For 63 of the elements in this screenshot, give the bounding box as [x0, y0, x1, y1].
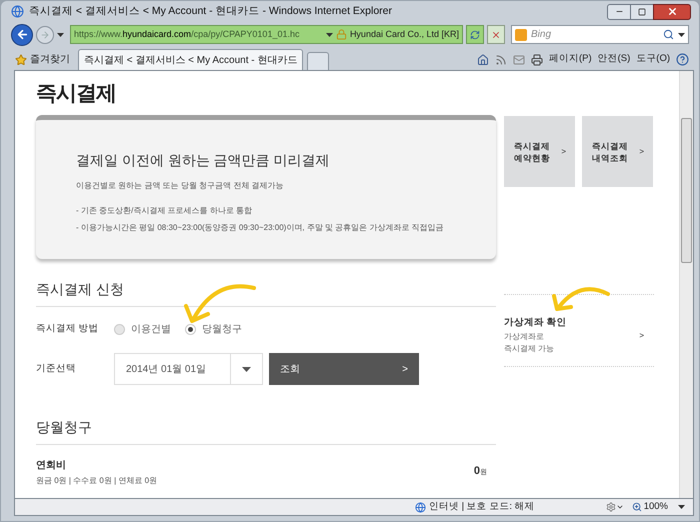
caret-icon[interactable] — [57, 32, 64, 36]
side-link-button[interactable]: 즉시결제 예약현황 > — [504, 116, 575, 187]
search-submit-button[interactable]: 조회 > — [269, 353, 419, 385]
dropdown-caret-icon[interactable] — [242, 366, 251, 372]
page-title: 즉시결제 — [36, 81, 117, 107]
maximize-button[interactable] — [631, 4, 653, 20]
certificate-label[interactable]: Hyundai Card Co., Ltd [KR] — [350, 28, 459, 42]
refresh-button[interactable] — [466, 25, 484, 44]
search-placeholder: Bing — [531, 28, 552, 42]
home-icon[interactable] — [476, 54, 489, 66]
intro-bullet: - 기존 중도상환/즉시결제 프로세스를 하나로 통합 — [76, 205, 253, 217]
dropdown-caret-icon[interactable] — [616, 503, 624, 511]
close-icon[interactable] — [666, 6, 678, 17]
date-select[interactable]: 2014년 01월 01일 — [114, 353, 263, 385]
virtual-account-link[interactable]: 가상계좌 확인 가상계좌로 즉시결제 가능 > — [504, 294, 654, 367]
search-field[interactable]: Bing — [511, 25, 689, 44]
minimize-button[interactable] — [607, 4, 631, 20]
favorites-button[interactable]: 즐겨찾기 — [11, 49, 74, 70]
intro-heading: 결제일 이전에 원하는 금액만큼 미리결제 — [76, 151, 331, 170]
gear-icon[interactable] — [606, 502, 616, 512]
side-link-button[interactable]: 즉시결제 내역조회 > — [582, 116, 653, 187]
zone-status: 인터넷 | 보호 모드: 해제 — [429, 500, 535, 514]
stop-icon[interactable] — [491, 30, 501, 40]
caret-icon[interactable] — [678, 505, 685, 509]
field-label: 즉시결제 방법 — [36, 322, 100, 336]
globe-icon — [415, 502, 426, 512]
scrollbar-thumb[interactable] — [681, 118, 692, 263]
help-icon[interactable] — [676, 53, 689, 66]
stop-button[interactable] — [487, 25, 505, 44]
radio-option[interactable]: 이용건별 — [114, 322, 171, 336]
search-provider-icon — [515, 28, 527, 40]
section-title: 즉시결제 신청 — [36, 280, 125, 299]
address-field[interactable]: https://www.hyundaicard.com/cpa/py/CPAPY0101_01.hc Hyundai Card Co., Ltd [KR] — [70, 25, 463, 44]
caret-icon[interactable] — [326, 32, 333, 36]
zoom-icon[interactable] — [632, 502, 642, 512]
command-menu[interactable]: 페이지(P) — [548, 52, 592, 67]
scrollbar[interactable] — [679, 71, 693, 498]
feed-icon[interactable] — [494, 54, 507, 66]
command-menu[interactable]: 도구(O) — [636, 52, 670, 67]
star-icon[interactable] — [15, 54, 27, 66]
back-button[interactable] — [11, 24, 33, 46]
billing-item-detail: 원금 0원 | 수수료 0원 | 연체료 0원 — [36, 475, 158, 487]
section-title: 당월청구 — [36, 418, 93, 437]
new-tab-button[interactable] — [307, 52, 330, 70]
maximize-icon[interactable] — [638, 8, 646, 16]
caret-icon[interactable] — [678, 32, 685, 36]
window-title: 즉시결제 < 결제서비스 < My Account - 현대카드 - Windows Internet Explorer — [29, 4, 392, 19]
billing-item-name: 연회비 — [36, 459, 67, 473]
field-label: 기준선택 — [36, 362, 77, 376]
mail-icon[interactable] — [512, 54, 525, 66]
intro-bullet: - 이용가능시간은 평일 08:30~23:00(동양증권 09:30~23:00)이며, 주말 및 공휴일은 가상계좌로 직접입금 — [76, 222, 445, 234]
print-icon[interactable] — [530, 54, 543, 66]
command-menu[interactable]: 안전(S) — [598, 52, 630, 67]
back-arrow-icon[interactable] — [16, 28, 28, 41]
browser-icon — [11, 5, 24, 18]
zoom-control[interactable]: 100% — [632, 500, 668, 514]
url-text: https://www.hyundaicard.com/cpa/py/CPAPY0101_01.hc — [74, 28, 300, 41]
intro-subtitle: 이용건별로 원하는 금액 또는 당월 청구금액 전체 결제가능 — [76, 180, 285, 192]
refresh-icon[interactable] — [470, 30, 480, 40]
close-button[interactable] — [653, 4, 691, 20]
radio-option[interactable]: 당월청구 — [185, 322, 242, 336]
browser-tab[interactable]: 즉시결제 < 결제서비스 < My Account - 현대카드 — [78, 49, 304, 70]
search-icon[interactable] — [663, 29, 674, 40]
